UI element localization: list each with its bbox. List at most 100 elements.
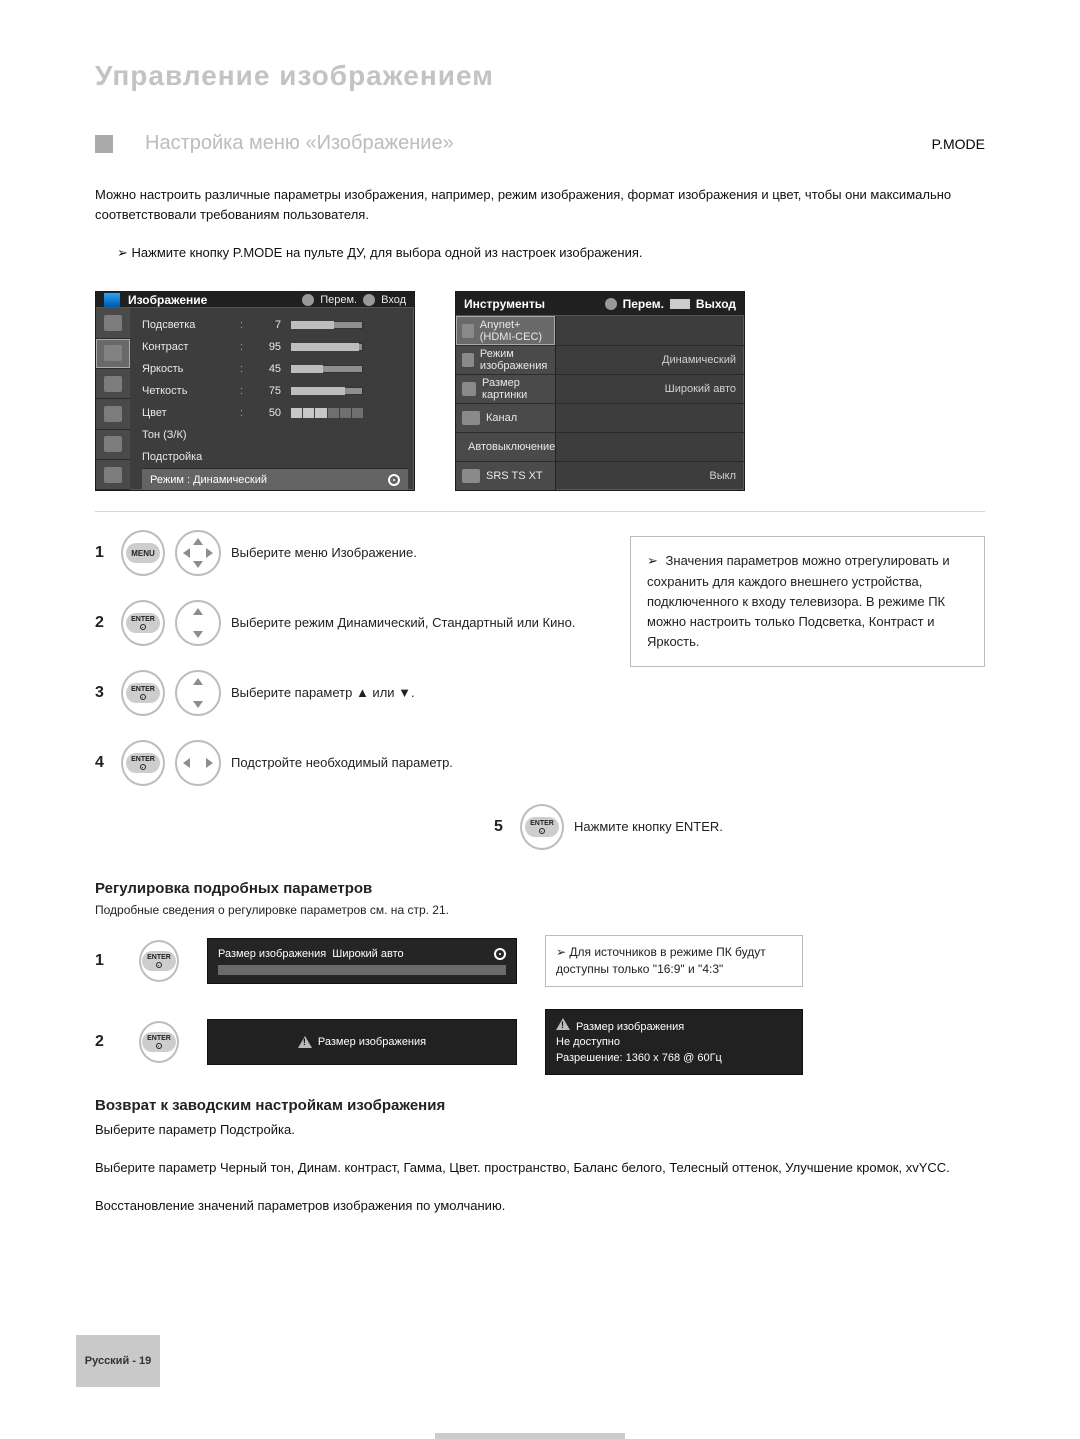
tool-item: Канал xyxy=(456,403,555,432)
enter-button[interactable]: ENTER xyxy=(121,600,165,646)
tool-value: Широкий авто xyxy=(556,374,744,403)
osd-move-label: Перем. xyxy=(623,297,664,311)
osd-item: Яркость: 45 xyxy=(142,358,408,380)
osd-row: Изображение Перем. Вход xyxy=(95,291,985,491)
tool-value xyxy=(556,403,744,432)
segment-bar xyxy=(291,408,363,418)
step-number: 4 xyxy=(95,754,107,772)
dpad-updown[interactable] xyxy=(175,670,221,716)
osd-item: Тон (З/К) xyxy=(142,424,408,446)
tool-value xyxy=(556,316,744,345)
tool-label: Режим изображения xyxy=(480,348,549,372)
params-step-2: 2 ENTER Размер изображения Размер изобра… xyxy=(95,1009,985,1075)
tool-icon xyxy=(462,353,474,367)
warning-icon xyxy=(298,1036,312,1048)
tool-item: Режим изображения xyxy=(456,345,555,374)
dpad-leftright[interactable] xyxy=(175,740,221,786)
step-number: 3 xyxy=(95,684,107,702)
hint-text: ➢ Нажмите кнопку P.MODE на пульте ДУ, дл… xyxy=(117,243,985,263)
side-icon xyxy=(104,315,122,331)
reset-heading: Возврат к заводским настройкам изображен… xyxy=(95,1097,985,1114)
enter-button[interactable]: ENTER xyxy=(139,940,179,982)
section-bullet-icon xyxy=(95,135,113,153)
warning-line: Разрешение: 1360 x 768 @ 60Гц xyxy=(556,1051,792,1066)
osd-item-value: 45 xyxy=(253,363,281,375)
menu-button[interactable]: MENU xyxy=(121,530,165,576)
section-heading: Настройка меню «Изображение» xyxy=(145,132,454,155)
osd-hint-left: Режим : Динамический xyxy=(150,474,267,486)
osd-item-label: Подстройка xyxy=(142,451,230,463)
side-icon xyxy=(104,406,122,422)
side-icon xyxy=(104,436,122,452)
tool-label: SRS TS XT xyxy=(486,470,543,482)
params-subtext: Подробные сведения о регулировке парамет… xyxy=(95,903,985,917)
enter-button[interactable]: ENTER xyxy=(520,804,564,850)
enter-button[interactable]: ENTER xyxy=(121,740,165,786)
tool-label: Автовыключение xyxy=(468,441,555,453)
warning-line: Не доступно xyxy=(556,1035,792,1050)
enter-circle-icon xyxy=(494,948,506,960)
tool-item: Размер картинки xyxy=(456,374,555,403)
tool-item: SRS TS XT xyxy=(456,461,555,490)
osd-move-label: Перем. xyxy=(320,294,357,306)
warning-text: Размер изображения xyxy=(318,1036,426,1048)
footer-sliver xyxy=(435,1433,625,1439)
osd-slider xyxy=(218,965,506,975)
enter-button[interactable]: ENTER xyxy=(121,670,165,716)
osd-side-tabs xyxy=(96,308,130,490)
osd-item-label: Контраст xyxy=(142,341,230,353)
tool-item: Anynet+ (HDMI-CEC) xyxy=(456,316,555,345)
osd-item: Цвет: 50 xyxy=(142,402,408,424)
osd-item-label: Четкость xyxy=(142,385,230,397)
tool-value: Выкл xyxy=(556,461,744,490)
osd-item-label: Яркость xyxy=(142,363,230,375)
osd-item-label: Тон (З/К) xyxy=(142,429,230,441)
step-number: 2 xyxy=(95,614,107,632)
step-text: Выберите режим Динамический, Стандартный… xyxy=(231,614,575,633)
params-step-1: 1 ENTER Размер изображения Широкий авто … xyxy=(95,935,985,987)
warning-icon xyxy=(556,1018,570,1030)
osd-item-value: 75 xyxy=(253,385,281,397)
page-title: Управление изображением xyxy=(95,60,985,92)
side-icon xyxy=(104,345,122,361)
tool-label: Размер картинки xyxy=(482,377,549,401)
tool-icon xyxy=(462,382,476,396)
params-line2: Выберите параметр Черный тон, Динам. кон… xyxy=(95,1158,985,1178)
osd-item-value: 95 xyxy=(253,341,281,353)
enter-circle-icon xyxy=(388,474,400,486)
tool-label: Anynet+ (HDMI-CEC) xyxy=(480,319,549,343)
step-text: Подстройте необходимый параметр. xyxy=(231,754,453,773)
dpad-4way[interactable] xyxy=(175,530,221,576)
side-icon xyxy=(104,376,122,392)
step-5: 5 ENTER Нажмите кнопку ENTER. xyxy=(494,804,985,850)
move-icon xyxy=(605,298,617,310)
osd-item-label: Подсветка xyxy=(142,319,230,331)
tool-item: Автовыключение xyxy=(456,432,555,461)
tool-icon xyxy=(462,324,474,338)
osd-item: Контраст: 95 xyxy=(142,336,408,358)
note-arrow-icon: ➢ xyxy=(647,551,658,571)
dpad-updown[interactable] xyxy=(175,600,221,646)
intro-text: Можно настроить различные параметры изоб… xyxy=(95,185,985,225)
reset-after: Восстановление значений параметров изобр… xyxy=(95,1196,985,1216)
move-icon xyxy=(302,294,314,306)
osd-item: Подстройка xyxy=(142,446,408,468)
osd-warning-detail: Размер изображения Не доступно Разрешени… xyxy=(545,1009,803,1075)
tv-icon xyxy=(104,293,120,307)
params-heading: Регулировка подробных параметров xyxy=(95,880,985,897)
step-number: 2 xyxy=(95,1033,107,1051)
step-1: 1 MENU Выберите меню Изображение. xyxy=(95,530,600,576)
enter-button[interactable]: ENTER xyxy=(139,1021,179,1063)
enter-icon xyxy=(363,294,375,306)
osd-warning-bar: Размер изображения xyxy=(207,1019,517,1065)
note-box: ➢ Значения параметров можно отрегулирова… xyxy=(630,536,985,667)
step-4: 4 ENTER Подстройте необходимый параметр. xyxy=(95,740,600,786)
slider-bar xyxy=(291,365,363,373)
tool-icon xyxy=(462,469,480,483)
osd-size-bar: Размер изображения Широкий авто xyxy=(207,938,517,984)
slider-bar xyxy=(291,387,363,395)
step-number: 5 xyxy=(494,818,506,836)
step-number: 1 xyxy=(95,952,107,970)
tool-label: Канал xyxy=(486,412,517,424)
tool-value: Динамический xyxy=(556,345,744,374)
